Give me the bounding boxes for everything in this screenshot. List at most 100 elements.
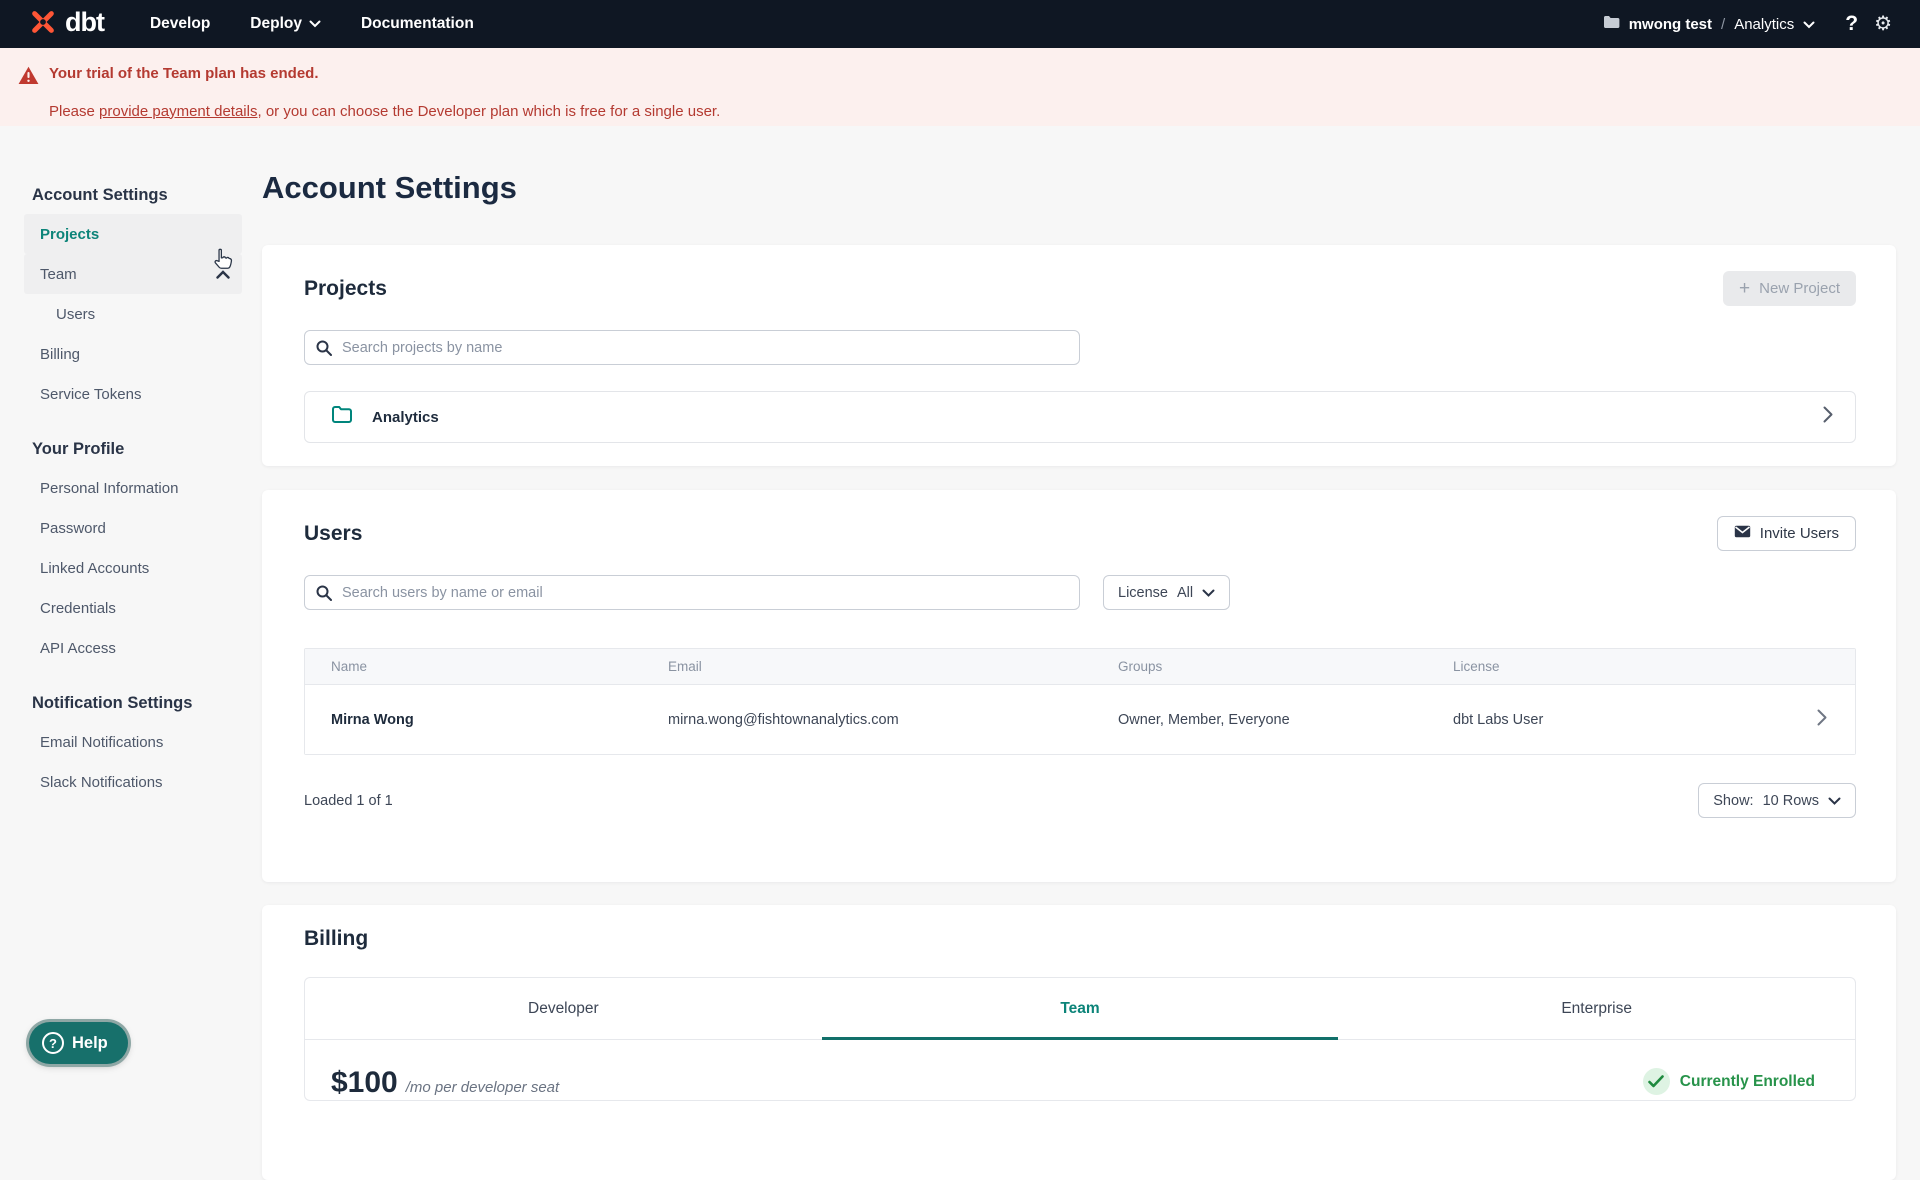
new-project-button[interactable]: + New Project: [1723, 271, 1856, 306]
license-filter-value: All: [1176, 584, 1194, 601]
project-name: Analytics: [372, 408, 439, 426]
users-heading: Users: [304, 521, 363, 545]
sidebar-item-personal-information[interactable]: Personal Information: [24, 468, 242, 508]
tab-team[interactable]: Team: [821, 978, 1339, 1040]
sidebar-item-password[interactable]: Password: [24, 508, 242, 548]
new-project-label: New Project: [1759, 280, 1840, 297]
show-rows-label: Show:: [1713, 792, 1754, 809]
invite-users-label: Invite Users: [1759, 525, 1839, 542]
user-name-cell: Mirna Wong: [331, 711, 414, 728]
sidebar-item-team[interactable]: Team: [24, 254, 242, 294]
projects-search-input[interactable]: [304, 330, 1080, 365]
license-filter-dropdown[interactable]: License All: [1103, 575, 1231, 610]
dbt-logo[interactable]: dbt: [28, 7, 105, 42]
sidebar-item-projects[interactable]: Projects: [24, 214, 242, 254]
banner-title: Your trial of the Team plan has ended.: [49, 65, 319, 82]
sidebar-item-label: Users: [56, 305, 96, 323]
page-title: Account Settings: [262, 170, 517, 205]
account-project-switcher[interactable]: mwong test / Analytics: [1603, 15, 1816, 33]
sidebar-item-linked-accounts[interactable]: Linked Accounts: [24, 548, 242, 588]
users-search-input[interactable]: [304, 575, 1080, 610]
primary-nav-links: Develop Deploy Documentation: [150, 15, 474, 33]
nav-documentation[interactable]: Documentation: [361, 15, 474, 33]
chevron-right-icon: [1817, 709, 1827, 730]
tab-developer[interactable]: Developer: [305, 978, 822, 1039]
sidebar-item-label: Email Notifications: [40, 733, 164, 751]
tab-label: Team: [1060, 999, 1100, 1017]
sidebar-item-label: Service Tokens: [40, 385, 142, 403]
enrollment-status-badge: Currently Enrolled: [1642, 1068, 1815, 1095]
sidebar-item-email-notifications[interactable]: Email Notifications: [24, 722, 242, 762]
user-email-cell: mirna.wong@fishtownanalytics.com: [668, 711, 899, 728]
sidebar-item-slack-notifications[interactable]: Slack Notifications: [24, 762, 242, 802]
sidebar-heading-account-settings: Account Settings: [32, 185, 168, 204]
billing-card: Billing Developer Team Enterprise $100 /…: [262, 905, 1896, 1180]
nav-right-cluster: mwong test / Analytics ? ⚙: [1603, 12, 1892, 36]
sidebar-item-users[interactable]: Users: [24, 294, 242, 334]
tab-enterprise[interactable]: Enterprise: [1338, 978, 1855, 1039]
plus-icon: +: [1739, 278, 1751, 299]
plan-price-suffix: /mo per developer seat: [405, 1079, 560, 1096]
users-table: Name Email Groups License Mirna Wong mir…: [304, 648, 1856, 755]
sidebar-item-billing[interactable]: Billing: [24, 334, 242, 374]
loaded-count-text: Loaded 1 of 1: [304, 792, 393, 809]
check-circle-icon: [1642, 1068, 1670, 1095]
help-button[interactable]: ? Help: [29, 1022, 128, 1064]
gear-icon[interactable]: ⚙: [1874, 14, 1892, 34]
chevron-down-icon: [1202, 585, 1215, 601]
sidebar-item-label: API Access: [40, 639, 116, 657]
team-plan-details: $100 /mo per developer seat Currently En…: [305, 1040, 1855, 1100]
sidebar-heading-your-profile: Your Profile: [32, 439, 125, 458]
column-header-name: Name: [331, 659, 368, 674]
sidebar-item-credentials[interactable]: Credentials: [24, 588, 242, 628]
chevron-down-icon: [1828, 793, 1841, 809]
projects-search-box: [304, 330, 1080, 365]
chevron-up-icon: [216, 266, 230, 283]
nav-develop[interactable]: Develop: [150, 15, 210, 33]
warning-triangle-icon: [18, 66, 49, 90]
plan-price: $100: [331, 1066, 398, 1099]
chevron-down-icon: [1803, 16, 1815, 33]
sidebar-item-service-tokens[interactable]: Service Tokens: [24, 374, 242, 414]
folder-icon: [1603, 15, 1620, 33]
nav-deploy[interactable]: Deploy: [250, 15, 321, 33]
sidebar-item-label: Linked Accounts: [40, 559, 150, 577]
billing-heading: Billing: [304, 927, 369, 950]
invite-users-button[interactable]: Invite Users: [1716, 516, 1856, 551]
sidebar-item-label: Projects: [40, 225, 100, 243]
settings-sidebar: Account Settings Projects Team Users Bil…: [24, 176, 242, 802]
help-icon[interactable]: ?: [1845, 12, 1858, 36]
sidebar-item-label: Slack Notifications: [40, 773, 163, 791]
search-icon: [316, 585, 332, 601]
sidebar-item-api-access[interactable]: API Access: [24, 628, 242, 668]
table-row-mirna-wong[interactable]: Mirna Wong mirna.wong@fishtownanalytics.…: [305, 685, 1855, 754]
top-navigation-bar: dbt Develop Deploy Documentation mwong t…: [0, 0, 1920, 48]
projects-heading: Projects: [304, 276, 387, 300]
chevron-down-icon: [309, 15, 321, 33]
dbt-logo-icon: [28, 7, 58, 42]
enrollment-status-text: Currently Enrolled: [1679, 1072, 1815, 1090]
show-rows-value: 10 Rows: [1762, 792, 1819, 809]
trial-ended-banner: Your trial of the Team plan has ended. P…: [0, 48, 1920, 126]
project-name: Analytics: [1734, 15, 1795, 33]
account-name: mwong test: [1628, 15, 1713, 33]
tab-label: Enterprise: [1561, 999, 1632, 1017]
sidebar-item-label: Credentials: [40, 599, 116, 617]
project-row-analytics[interactable]: Analytics: [304, 391, 1856, 443]
sidebar-item-label: Billing: [40, 345, 81, 363]
provide-payment-details-link[interactable]: provide payment details: [99, 103, 257, 120]
banner-body-suffix: , or you can choose the Developer plan w…: [257, 102, 721, 120]
help-question-icon: ?: [42, 1032, 64, 1054]
users-card: Users Invite Users License All Name Emai…: [262, 490, 1896, 882]
folder-icon: [331, 405, 353, 429]
column-header-groups: Groups: [1118, 659, 1163, 674]
user-groups-cell: Owner, Member, Everyone: [1118, 711, 1290, 728]
column-header-license: License: [1453, 659, 1500, 674]
chevron-right-icon: [1823, 406, 1833, 428]
projects-card: Projects + New Project Analytics: [262, 245, 1896, 466]
breadcrumb-separator: /: [1721, 15, 1726, 33]
sidebar-item-label: Personal Information: [40, 479, 179, 497]
license-filter-label: License: [1118, 584, 1168, 601]
show-rows-dropdown[interactable]: Show: 10 Rows: [1698, 783, 1856, 818]
search-icon: [316, 340, 332, 356]
